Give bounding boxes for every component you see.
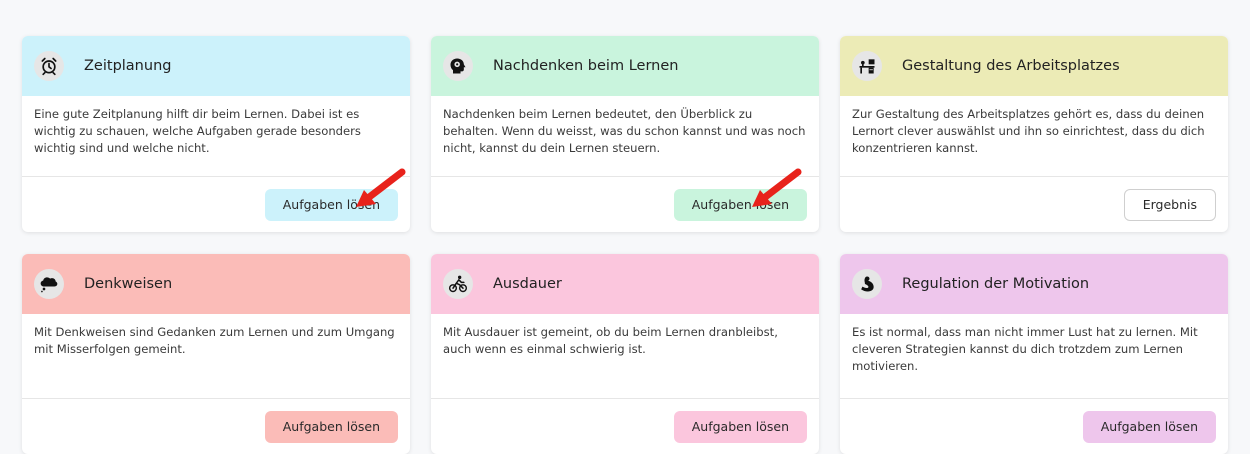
- card-header: Ausdauer: [431, 254, 819, 314]
- card-title: Gestaltung des Arbeitsplatzes: [902, 58, 1120, 74]
- card-description: Mit Denkweisen sind Gedanken zum Lernen …: [22, 314, 410, 399]
- card-ausdauer: Ausdauer Mit Ausdauer ist gemeint, ob du…: [431, 254, 819, 454]
- card-description: Es ist normal, dass man nicht immer Lust…: [840, 314, 1228, 399]
- alarm-clock-icon: [34, 51, 64, 81]
- card-header: Nachdenken beim Lernen: [431, 36, 819, 96]
- flexed-arm-icon: [852, 269, 882, 299]
- card-description: Nachdenken beim Lernen bedeutet, den Übe…: [431, 96, 819, 177]
- card-nachdenken-beim-lernen: Nachdenken beim Lernen Nachdenken beim L…: [431, 36, 819, 232]
- card-description: Zur Gestaltung des Arbeitsplatzes gehört…: [840, 96, 1228, 177]
- card-footer: Aufgaben lösen: [22, 177, 410, 232]
- cyclist-icon: [443, 269, 473, 299]
- card-zeitplanung: Zeitplanung Eine gute Zeitplanung hilft …: [22, 36, 410, 232]
- card-title: Regulation der Motivation: [902, 276, 1090, 292]
- thought-bubble-icon: [34, 269, 64, 299]
- card-title: Zeitplanung: [84, 58, 172, 74]
- card-footer: Aufgaben lösen: [431, 399, 819, 454]
- aufgaben-loesen-button[interactable]: Aufgaben lösen: [673, 188, 807, 221]
- card-title: Ausdauer: [493, 276, 562, 292]
- aufgaben-loesen-button[interactable]: Aufgaben lösen: [673, 410, 807, 443]
- card-footer: Aufgaben lösen: [431, 177, 819, 232]
- card-header: Zeitplanung: [22, 36, 410, 96]
- card-description: Mit Ausdauer ist gemeint, ob du beim Ler…: [431, 314, 819, 399]
- aufgaben-loesen-button[interactable]: Aufgaben lösen: [1082, 410, 1216, 443]
- aufgaben-loesen-button[interactable]: Aufgaben lösen: [264, 410, 398, 443]
- category-grid: Zeitplanung Eine gute Zeitplanung hilft …: [22, 36, 1228, 454]
- card-header: Gestaltung des Arbeitsplatzes: [840, 36, 1228, 96]
- card-gestaltung-des-arbeitsplatzes: Gestaltung des Arbeitsplatzes Zur Gestal…: [840, 36, 1228, 232]
- card-header: Regulation der Motivation: [840, 254, 1228, 314]
- ergebnis-button[interactable]: Ergebnis: [1123, 188, 1216, 221]
- card-title: Nachdenken beim Lernen: [493, 58, 679, 74]
- card-header: Denkweisen: [22, 254, 410, 314]
- head-brain-icon: [443, 51, 473, 81]
- aufgaben-loesen-button[interactable]: Aufgaben lösen: [264, 188, 398, 221]
- card-footer: Aufgaben lösen: [22, 399, 410, 454]
- card-description: Eine gute Zeitplanung hilft dir beim Ler…: [22, 96, 410, 177]
- card-footer: Aufgaben lösen: [840, 399, 1228, 454]
- card-denkweisen: Denkweisen Mit Denkweisen sind Gedanken …: [22, 254, 410, 454]
- card-title: Denkweisen: [84, 276, 173, 292]
- card-regulation-der-motivation: Regulation der Motivation Es ist normal,…: [840, 254, 1228, 454]
- desk-icon: [852, 51, 882, 81]
- card-footer: Ergebnis: [840, 177, 1228, 232]
